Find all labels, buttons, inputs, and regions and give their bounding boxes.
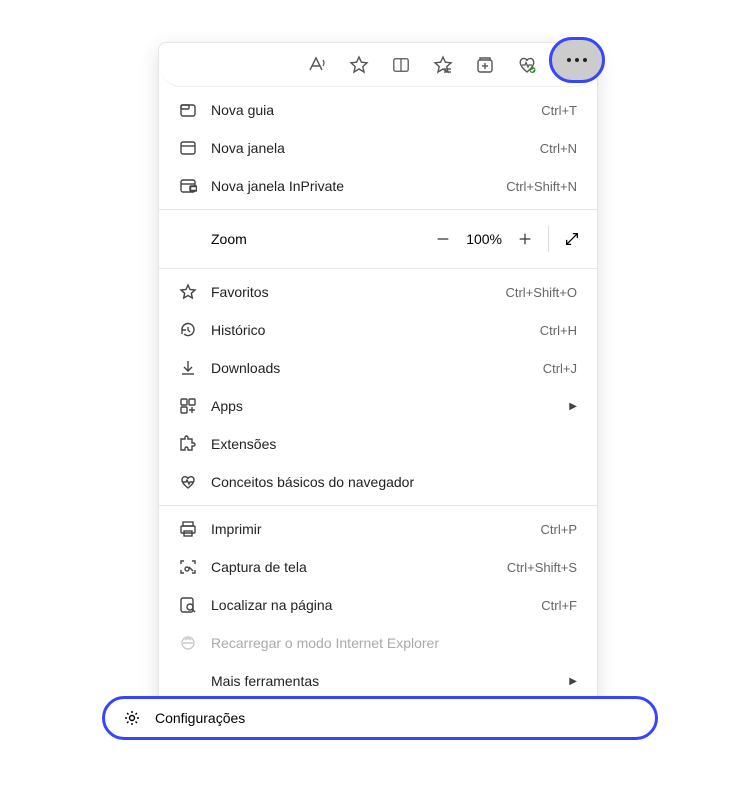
menu-favorites[interactable]: Favoritos Ctrl+Shift+O <box>159 273 597 311</box>
menu-extensions[interactable]: Extensões <box>159 425 597 463</box>
divider <box>548 226 549 252</box>
menu-shortcut: Ctrl+Shift+S <box>507 560 577 575</box>
menu-find[interactable]: Localizar na página Ctrl+F <box>159 586 597 624</box>
menu-shortcut: Ctrl+H <box>540 323 577 338</box>
menu-zoom: Zoom 100% <box>159 214 597 264</box>
heart-pulse-icon <box>179 473 197 491</box>
menu-settings[interactable]: Configurações <box>102 696 658 740</box>
menu-list: Nova guia Ctrl+T Nova janela Ctrl+N Nova… <box>159 87 597 713</box>
ie-icon <box>179 634 197 652</box>
menu-history[interactable]: Histórico Ctrl+H <box>159 311 597 349</box>
menu-ie-mode: Recarregar o modo Internet Explorer <box>159 624 597 662</box>
menu-more-tools[interactable]: Mais ferramentas ▶ <box>159 662 597 700</box>
menu-label: Configurações <box>155 710 245 726</box>
menu-capture[interactable]: Captura de tela Ctrl+Shift+S <box>159 548 597 586</box>
chevron-right-icon: ▶ <box>569 401 577 412</box>
menu-label: Histórico <box>211 322 526 338</box>
menu-shortcut: Ctrl+T <box>541 103 577 118</box>
zoom-label: Zoom <box>211 231 426 247</box>
divider <box>159 268 597 269</box>
menu-shortcut: Ctrl+P <box>541 522 577 537</box>
menu-label: Captura de tela <box>211 559 493 575</box>
more-menu-button[interactable] <box>549 37 605 83</box>
divider <box>159 209 597 210</box>
menu-new-inprivate[interactable]: Nova janela InPrivate Ctrl+Shift+N <box>159 167 597 205</box>
fullscreen-button[interactable] <box>555 222 589 256</box>
menu-label: Favoritos <box>211 284 491 300</box>
window-icon <box>179 139 197 157</box>
divider <box>159 505 597 506</box>
split-screen-icon[interactable] <box>391 55 411 75</box>
zoom-out-button[interactable] <box>426 222 460 256</box>
menu-label: Mais ferramentas <box>211 673 555 689</box>
menu-shortcut: Ctrl+Shift+O <box>505 285 577 300</box>
favorite-star-icon[interactable] <box>349 55 369 75</box>
favorites-list-icon[interactable] <box>433 55 453 75</box>
tab-icon <box>179 101 197 119</box>
menu-browser-essentials[interactable]: Conceitos básicos do navegador <box>159 463 597 501</box>
gear-icon <box>123 709 141 727</box>
find-icon <box>179 596 197 614</box>
menu-label: Imprimir <box>211 521 527 537</box>
browser-health-icon[interactable] <box>517 55 537 75</box>
zoom-in-button[interactable] <box>508 222 542 256</box>
read-aloud-icon[interactable] <box>307 55 327 75</box>
download-icon <box>179 359 197 377</box>
menu-print[interactable]: Imprimir Ctrl+P <box>159 510 597 548</box>
chevron-right-icon: ▶ <box>569 676 577 687</box>
menu-apps[interactable]: Apps ▶ <box>159 387 597 425</box>
collections-icon[interactable] <box>475 55 495 75</box>
star-icon <box>179 283 197 301</box>
menu-shortcut: Ctrl+J <box>543 361 577 376</box>
inprivate-icon <box>179 177 197 195</box>
print-icon <box>179 520 197 538</box>
zoom-value: 100% <box>460 231 508 247</box>
history-icon <box>179 321 197 339</box>
screenshot-icon <box>179 558 197 576</box>
apps-icon <box>179 397 197 415</box>
menu-shortcut: Ctrl+N <box>540 141 577 156</box>
menu-new-window[interactable]: Nova janela Ctrl+N <box>159 129 597 167</box>
toolbar <box>159 43 597 87</box>
menu-label: Conceitos básicos do navegador <box>211 474 577 490</box>
menu-label: Recarregar o modo Internet Explorer <box>211 635 577 651</box>
menu-label: Nova janela InPrivate <box>211 178 492 194</box>
menu-label: Extensões <box>211 436 577 452</box>
menu-downloads[interactable]: Downloads Ctrl+J <box>159 349 597 387</box>
menu-new-tab[interactable]: Nova guia Ctrl+T <box>159 91 597 129</box>
menu-shortcut: Ctrl+Shift+N <box>506 179 577 194</box>
puzzle-icon <box>179 435 197 453</box>
menu-label: Apps <box>211 398 555 414</box>
menu-shortcut: Ctrl+F <box>541 598 577 613</box>
menu-label: Downloads <box>211 360 529 376</box>
menu-label: Localizar na página <box>211 597 527 613</box>
menu-label: Nova guia <box>211 102 527 118</box>
menu-label: Nova janela <box>211 140 526 156</box>
edge-menu-popup: Nova guia Ctrl+T Nova janela Ctrl+N Nova… <box>158 42 598 714</box>
